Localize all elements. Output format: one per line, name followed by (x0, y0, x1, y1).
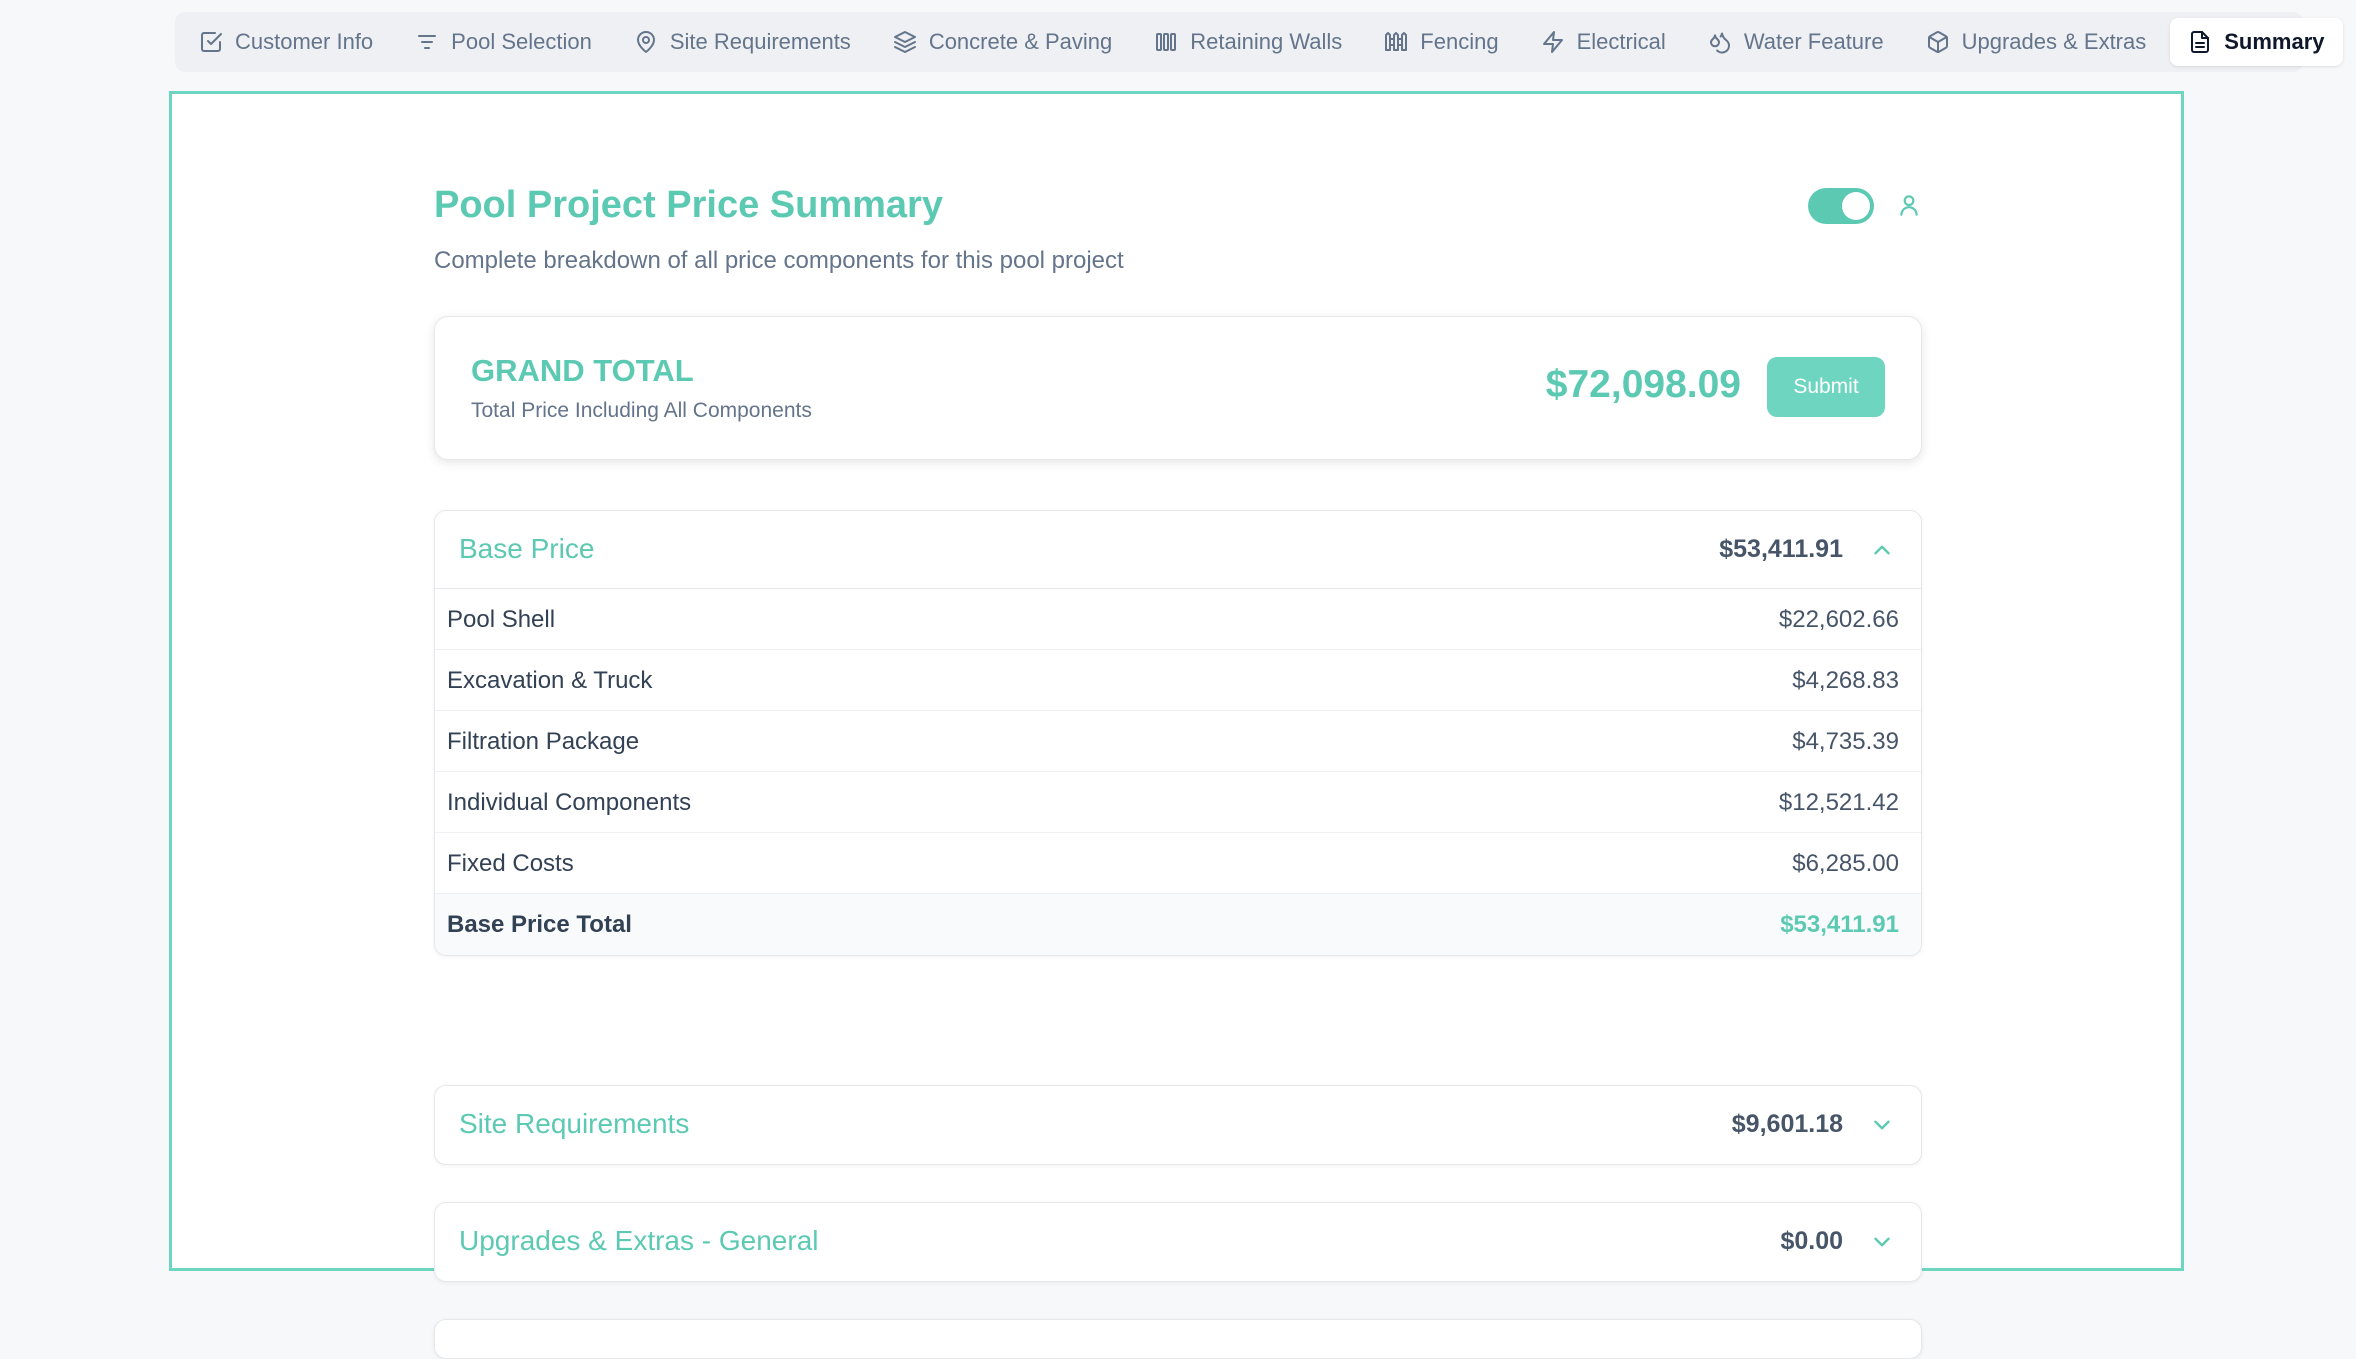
line-item-value: $4,268.83 (1792, 667, 1899, 694)
tab-summary[interactable]: Summary (2170, 18, 2343, 66)
section-base-price: Base Price $53,411.91 Pool Shell $22,602… (434, 510, 1922, 956)
section-upgrades-extras-general: Upgrades & Extras - General $0.00 (434, 1202, 1922, 1282)
tab-label: Summary (2224, 29, 2325, 54)
submit-button[interactable]: Submit (1767, 357, 1885, 417)
lightning-icon (1542, 31, 1563, 53)
line-item: Filtration Package $4,735.39 (435, 711, 1921, 772)
tab-site-requirements[interactable]: Site Requirements (616, 18, 869, 66)
line-item: Individual Components $12,521.42 (435, 772, 1921, 833)
tab-label: Pool Selection (451, 29, 592, 54)
tab-label: Concrete & Paving (928, 29, 1113, 54)
document-icon (2191, 31, 2210, 53)
title-row: Pool Project Price Summary (434, 174, 1922, 234)
section-total-label: Base Price Total (447, 911, 632, 938)
grand-total-amount: $72,098.09 (1545, 363, 1741, 406)
line-item-label: Filtration Package (447, 728, 640, 755)
tab-label: Customer Info (235, 29, 374, 54)
section-amount: $53,411.91 (1719, 535, 1843, 563)
tab-label: Upgrades & Extras (1961, 29, 2147, 54)
wall-icon (1156, 33, 1177, 51)
section-total-row: Base Price Total $53,411.91 (435, 894, 1921, 955)
package-icon (1927, 31, 1948, 53)
tab-label: Water Feature (1743, 29, 1884, 54)
tab-label: Electrical (1576, 29, 1666, 54)
page-title: Pool Project Price Summary (434, 184, 943, 226)
chevron-down-icon (1874, 1237, 1890, 1247)
section-title: Site Requirements (459, 1108, 690, 1139)
line-item-label: Pool Shell (447, 606, 556, 633)
checkbox-icon (201, 32, 222, 52)
tab-bar: Customer Info Pool Selection Site Requir… (175, 12, 2343, 72)
line-item: Excavation & Truck $4,268.83 (435, 650, 1921, 711)
layers-icon (893, 31, 916, 53)
view-toggle[interactable] (1808, 188, 1874, 224)
user-icon (1900, 195, 1918, 216)
section-header[interactable]: Base Price $53,411.91 (435, 511, 1921, 589)
line-item-value: $12,521.42 (1778, 789, 1899, 816)
summary-panel: Pool Project Price Summary Complete brea… (169, 91, 2184, 1359)
map-pin-icon (636, 31, 655, 53)
filter-icon (418, 35, 437, 49)
line-item-value: $4,735.39 (1792, 728, 1899, 755)
tab-label: Retaining Walls (1190, 29, 1343, 54)
tab-fencing[interactable]: Fencing (1366, 18, 1516, 66)
section-header[interactable]: Upgrades & Extras - General $0.00 (435, 1203, 1921, 1281)
section-total-value: $53,411.91 (1780, 911, 1899, 938)
line-item: Fixed Costs $6,285.00 (435, 833, 1921, 894)
section-next (434, 1319, 1922, 1359)
tab-electrical[interactable]: Electrical (1523, 18, 1684, 66)
line-item-label: Excavation & Truck (447, 667, 653, 694)
droplets-icon (1709, 32, 1730, 54)
grand-total-card: GRAND TOTAL Total Price Including All Co… (434, 316, 1922, 460)
line-item: Pool Shell $22,602.66 (435, 589, 1921, 650)
tab-label: Site Requirements (669, 29, 851, 54)
grand-total-sublabel: Total Price Including All Components (471, 399, 812, 422)
line-item-value: $22,602.66 (1778, 606, 1899, 633)
line-item-value: $6,285.00 (1792, 850, 1899, 877)
tab-retaining-walls[interactable]: Retaining Walls (1136, 18, 1360, 66)
tab-pool-selection[interactable]: Pool Selection (397, 18, 610, 66)
section-amount: $0.00 (1780, 1227, 1843, 1255)
fence-icon (1385, 32, 1408, 51)
section-site-requirements: Site Requirements $9,601.18 (434, 1085, 1922, 1165)
section-header[interactable]: Site Requirements $9,601.18 (435, 1086, 1921, 1164)
tab-customer-info[interactable]: Customer Info (181, 18, 391, 66)
section-title: Base Price (459, 533, 595, 564)
page-subtitle: Complete breakdown of all price componen… (434, 247, 1124, 274)
chevron-down-icon (1874, 1120, 1890, 1130)
tab-upgrades-extras[interactable]: Upgrades & Extras (1908, 18, 2165, 66)
section-title: Upgrades & Extras - General (459, 1225, 819, 1256)
chevron-up-icon (1874, 545, 1890, 555)
line-item-label: Individual Components (447, 789, 692, 816)
grand-total-label: GRAND TOTAL (471, 353, 694, 388)
tab-concrete-paving[interactable]: Concrete & Paving (875, 18, 1130, 66)
section-amount: $9,601.18 (1731, 1110, 1843, 1138)
toggle-knob (1842, 192, 1870, 220)
tab-water-feature[interactable]: Water Feature (1690, 18, 1902, 66)
line-item-label: Fixed Costs (447, 850, 574, 877)
tab-label: Fencing (1420, 29, 1499, 54)
